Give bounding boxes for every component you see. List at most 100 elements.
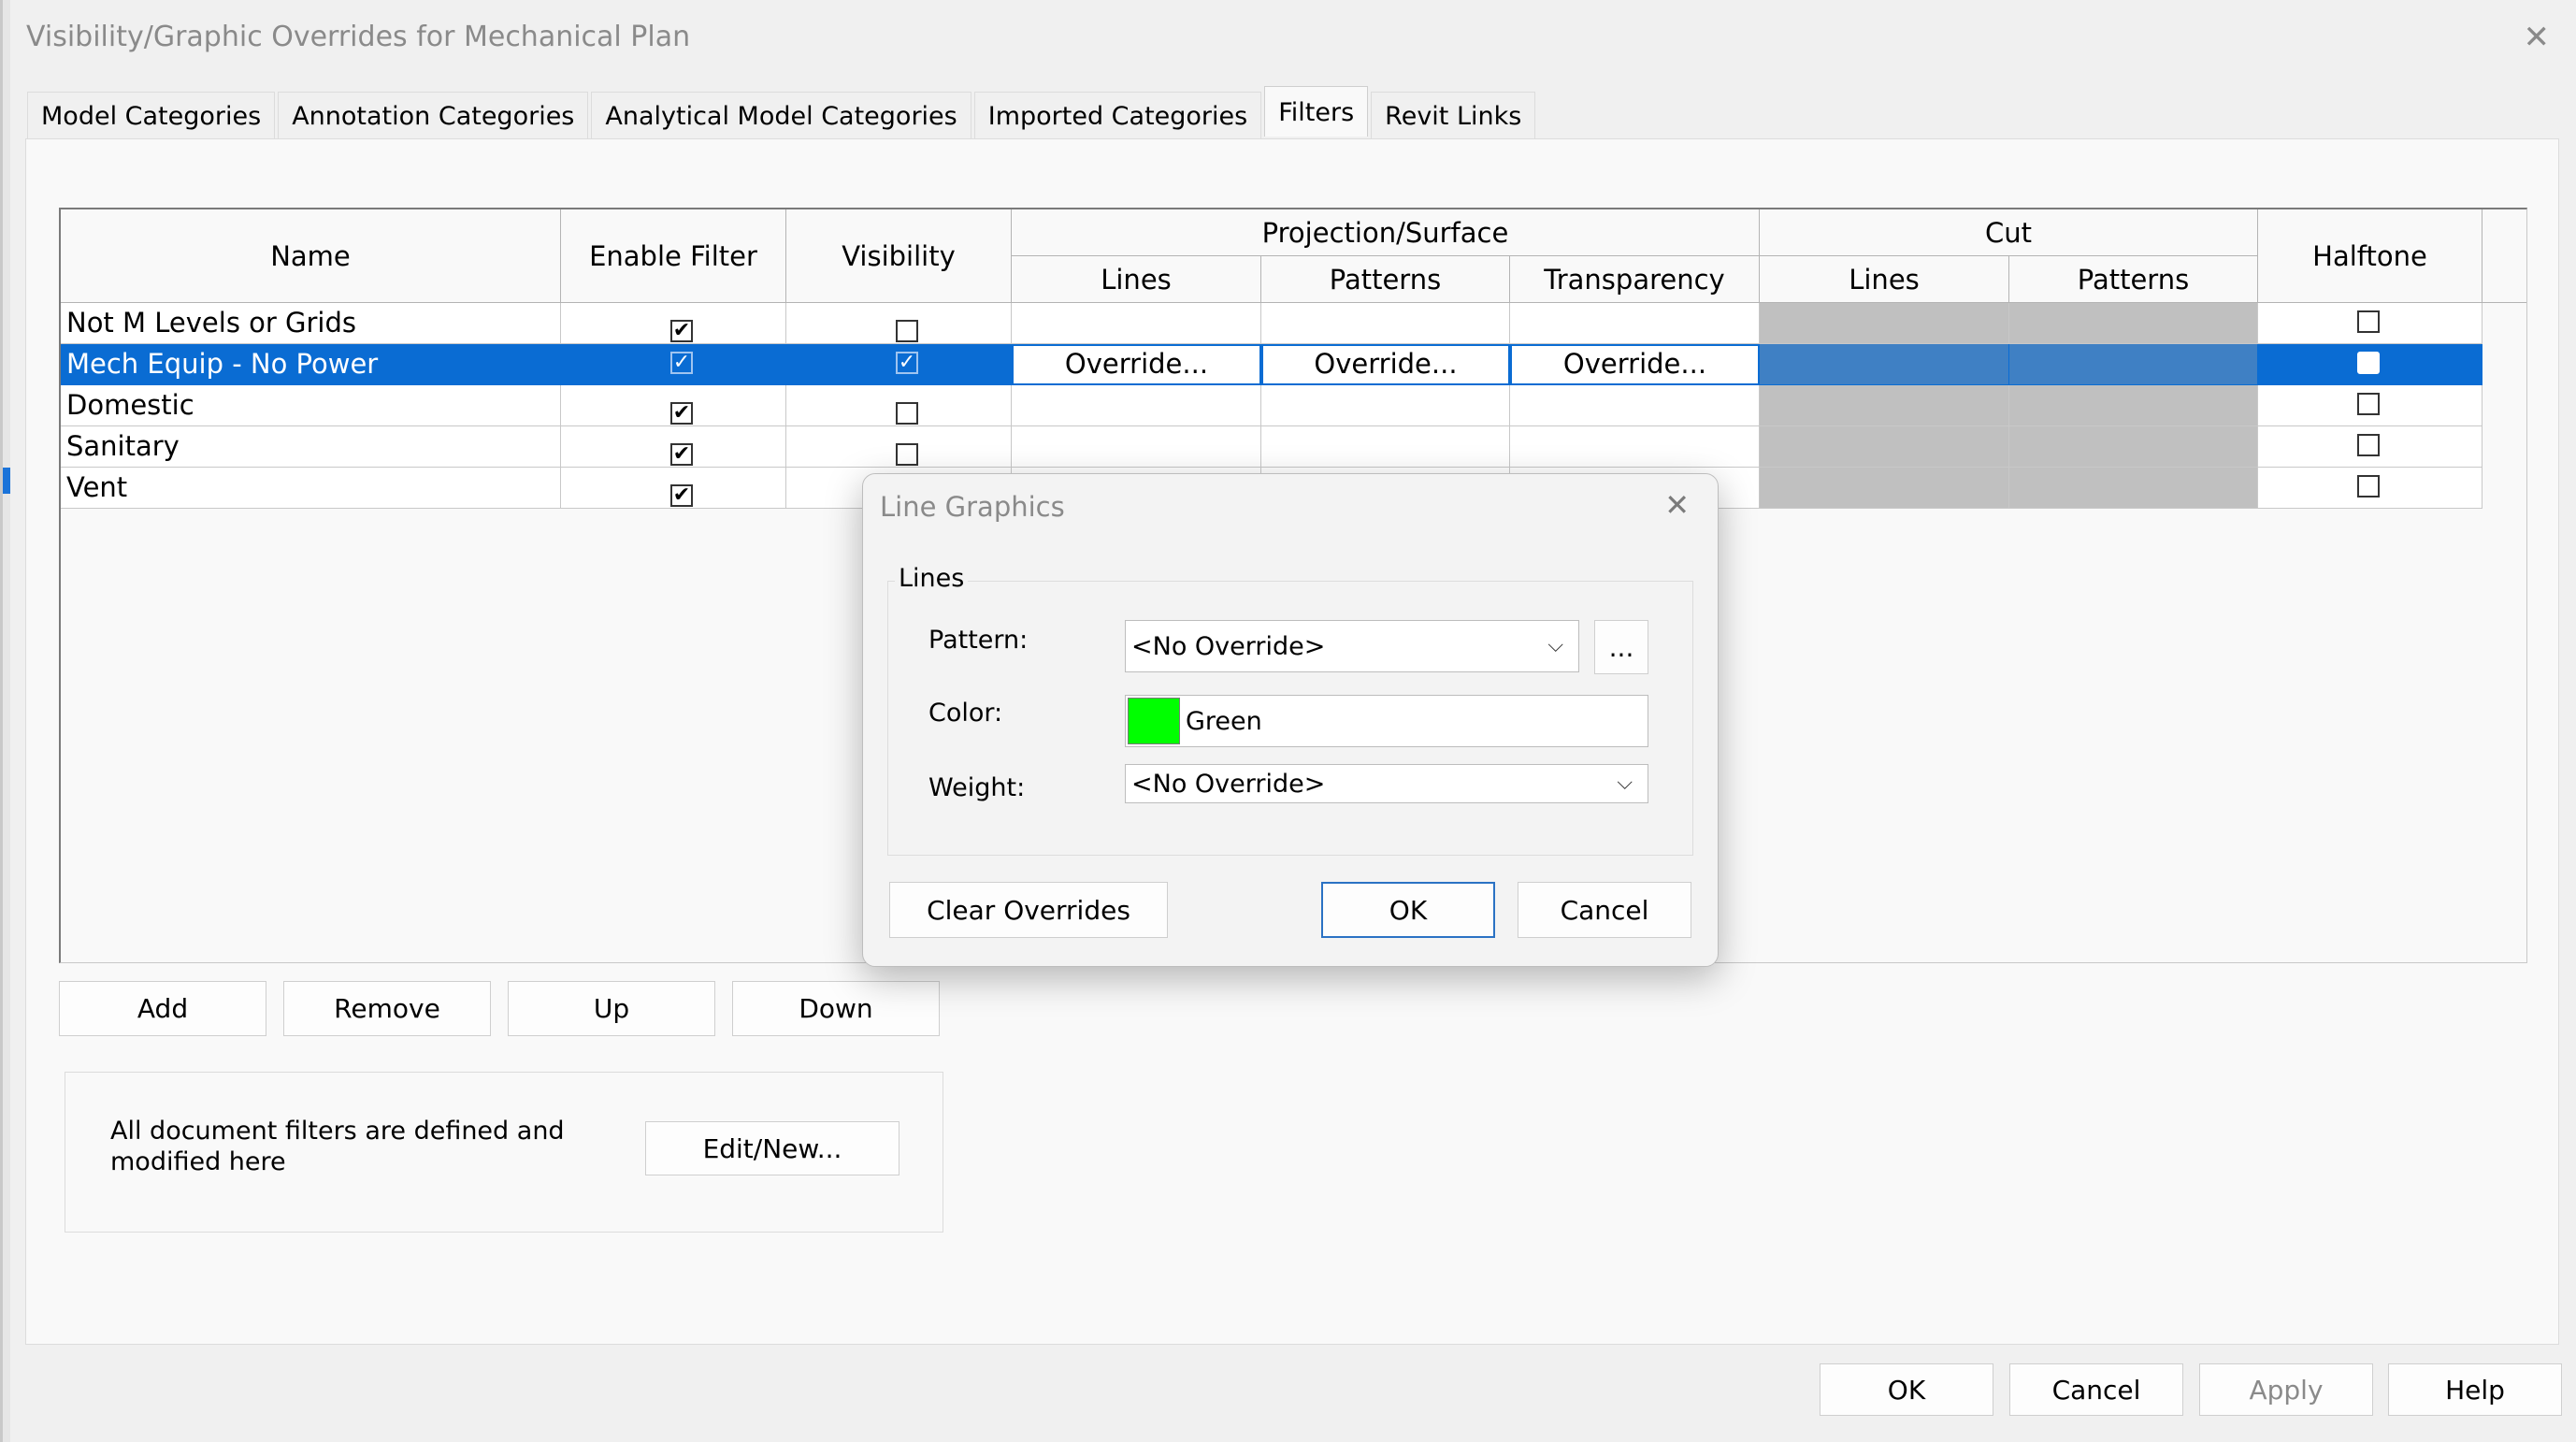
weight-dropdown[interactable]: <No Override> ⌵ [1125, 764, 1648, 803]
cut-patterns-cell [2009, 385, 2258, 426]
cut-patterns-cell [2009, 344, 2258, 385]
row-name[interactable]: Domestic [61, 385, 561, 426]
halftone-cell [2258, 385, 2482, 426]
tab-revit-links[interactable]: Revit Links [1371, 92, 1536, 138]
cut-patterns-cell [2009, 468, 2258, 509]
up-button[interactable]: Up [508, 981, 715, 1036]
halftone-checkbox[interactable] [2357, 393, 2380, 415]
proj-patterns-override-button[interactable]: Override... [1261, 344, 1510, 385]
enable-filter-checkbox[interactable]: ✔ [670, 484, 693, 507]
background-selection-marker [3, 468, 10, 494]
proj-transparency-override-button[interactable]: Override... [1510, 344, 1760, 385]
proj-patterns-cell[interactable] [1261, 385, 1510, 426]
visibility-cell: ✓ [786, 344, 1012, 385]
visibility-checkbox[interactable] [896, 320, 918, 342]
pattern-dropdown[interactable]: <No Override> ⌵ [1125, 620, 1579, 672]
lines-group-label: Lines [895, 564, 969, 593]
header-cut-patterns: Patterns [2009, 256, 2258, 303]
halftone-cell [2258, 426, 2482, 468]
header-proj-patterns: Patterns [1261, 256, 1510, 303]
proj-lines-cell[interactable] [1012, 385, 1261, 426]
down-button[interactable]: Down [732, 981, 940, 1036]
visibility-cell [786, 303, 1012, 344]
header-name[interactable]: Name [61, 209, 561, 303]
cut-patterns-cell [2009, 303, 2258, 344]
row-name[interactable]: Not M Levels or Grids [61, 303, 561, 344]
enable-filter-checkbox[interactable]: ✔ [670, 402, 693, 425]
window-title: Visibility/Graphic Overrides for Mechani… [26, 21, 691, 53]
halftone-cell [2258, 303, 2482, 344]
header-halftone[interactable]: Halftone [2258, 209, 2482, 303]
halftone-checkbox[interactable] [2357, 434, 2380, 456]
visibility-checkbox[interactable] [896, 443, 918, 466]
row-name[interactable]: Vent [61, 468, 561, 509]
tab-analytical-model-categories[interactable]: Analytical Model Categories [591, 92, 971, 138]
proj-patterns-cell[interactable] [1261, 426, 1510, 468]
clear-overrides-button[interactable]: Clear Overrides [889, 882, 1168, 938]
cut-lines-cell [1760, 385, 2009, 426]
cancel-button[interactable]: Cancel [2009, 1363, 2183, 1416]
halftone-checkbox[interactable] [2357, 352, 2380, 374]
halftone-cell [2258, 344, 2482, 385]
visibility-checkbox[interactable] [896, 402, 918, 425]
ok-button[interactable]: OK [1820, 1363, 1993, 1416]
header-proj-transparency: Transparency [1510, 256, 1760, 303]
enable-cell: ✔ [561, 385, 786, 426]
help-button[interactable]: Help [2388, 1363, 2562, 1416]
row-name[interactable]: Sanitary [61, 426, 561, 468]
dialog-ok-button[interactable]: OK [1321, 882, 1495, 938]
halftone-checkbox[interactable] [2357, 310, 2380, 333]
chevron-down-icon: ⌵ [1617, 771, 1633, 795]
pattern-label: Pattern: [928, 626, 1029, 655]
edit-new-button[interactable]: Edit/New... [645, 1121, 899, 1175]
enable-cell: ✔ [561, 468, 786, 509]
enable-cell: ✔ [561, 303, 786, 344]
close-icon[interactable]: ✕ [1664, 487, 1690, 523]
cut-lines-cell [1760, 426, 2009, 468]
close-icon[interactable]: ✕ [2524, 19, 2551, 56]
proj-lines-cell[interactable] [1012, 303, 1261, 344]
visibility-checkbox[interactable]: ✓ [896, 352, 918, 374]
filters-info-group: All document filters are defined and mod… [65, 1072, 943, 1233]
halftone-checkbox[interactable] [2357, 475, 2380, 497]
apply-button[interactable]: Apply [2199, 1363, 2373, 1416]
filters-info-text: All document filters are defined and mod… [110, 1117, 565, 1176]
color-label: Color: [928, 699, 1003, 728]
header-projection-surface: Projection/Surface [1012, 209, 1760, 256]
add-button[interactable]: Add [59, 981, 266, 1036]
header-filler [2482, 209, 2526, 303]
tab-filters[interactable]: Filters [1264, 86, 1369, 137]
tab-annotation-categories[interactable]: Annotation Categories [278, 92, 589, 138]
row-name[interactable]: Mech Equip - No Power [61, 344, 561, 385]
title-bar: Visibility/Graphic Overrides for Mechani… [10, 0, 2576, 79]
proj-lines-cell[interactable] [1012, 426, 1261, 468]
proj-lines-override-button[interactable]: Override... [1012, 344, 1261, 385]
tab-model-categories[interactable]: Model Categories [27, 92, 276, 138]
proj-transparency-cell[interactable] [1510, 426, 1760, 468]
chevron-down-icon: ⌵ [1547, 633, 1563, 657]
enable-cell: ✔ [561, 426, 786, 468]
cut-lines-cell [1760, 344, 2009, 385]
header-enable-filter[interactable]: Enable Filter [561, 209, 786, 303]
weight-value: <No Override> [1131, 769, 1326, 799]
color-button[interactable]: Green [1125, 695, 1648, 747]
visibility-cell [786, 385, 1012, 426]
proj-transparency-cell[interactable] [1510, 385, 1760, 426]
tab-imported-categories[interactable]: Imported Categories [973, 92, 1262, 138]
enable-filter-checkbox[interactable]: ✔ [670, 320, 693, 342]
proj-transparency-cell[interactable] [1510, 303, 1760, 344]
header-cut-lines: Lines [1760, 256, 2009, 303]
remove-button[interactable]: Remove [283, 981, 491, 1036]
cut-lines-cell [1760, 468, 2009, 509]
pattern-browse-button[interactable]: ... [1594, 620, 1648, 674]
dialog-cancel-button[interactable]: Cancel [1518, 882, 1691, 938]
header-cut: Cut [1760, 209, 2258, 256]
enable-cell: ✓ [561, 344, 786, 385]
color-value: Green [1186, 706, 1262, 736]
background-window-edge [3, 0, 10, 1442]
pattern-value: <No Override> [1131, 631, 1326, 661]
enable-filter-checkbox[interactable]: ✓ [670, 352, 693, 374]
header-visibility[interactable]: Visibility [786, 209, 1012, 303]
proj-patterns-cell[interactable] [1261, 303, 1510, 344]
enable-filter-checkbox[interactable]: ✔ [670, 443, 693, 466]
